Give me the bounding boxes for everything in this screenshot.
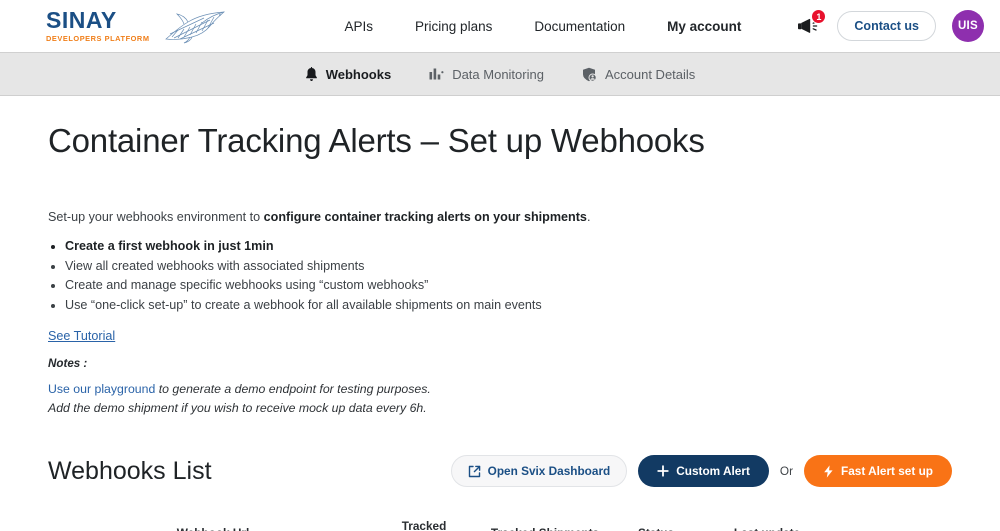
custom-alert-label: Custom Alert (676, 464, 750, 479)
column-header-last-update: Last update (692, 513, 842, 531)
feature-bullet-list: Create a first webhook in just 1min View… (48, 237, 952, 315)
list-item: Create a first webhook in just 1min (65, 237, 952, 256)
secondary-navigation: Webhooks Data Monitoring Account Details (0, 52, 1000, 96)
subnav-label-webhooks: Webhooks (325, 66, 392, 82)
subnav-item-data-monitoring[interactable]: Data Monitoring (429, 67, 544, 82)
intro-suffix: . (586, 210, 591, 224)
brand-logo[interactable]: SINAY DEVELOPERS PLATFORM (46, 8, 232, 44)
page-content: Container Tracking Alerts – Set up Webho… (0, 122, 1000, 531)
logo-wordmark: SINAY (46, 7, 117, 34)
page-title: Container Tracking Alerts – Set up Webho… (48, 122, 705, 159)
notes-label: Notes : (48, 356, 88, 370)
account-shield-icon (582, 67, 597, 82)
main-navigation: APIs Pricing plans Documentation My acco… (345, 19, 742, 34)
subnav-item-account-details[interactable]: Account Details (582, 67, 695, 82)
announcements-button[interactable]: 1 (795, 9, 827, 39)
list-item: Create and manage specific webhooks usin… (65, 276, 952, 295)
nav-link-documentation[interactable]: Documentation (534, 19, 625, 34)
column-header-webhook-url: Webhook Url (48, 513, 378, 531)
webhooks-table-head: Webhook Url Tracked Events Tracked Shipm… (48, 513, 952, 531)
bar-chart-icon (429, 68, 444, 80)
note-line-1-text: to generate a demo endpoint for testing … (155, 381, 431, 396)
webhooks-list-title: Webhooks List (48, 456, 212, 485)
intro-bold: configure container tracking alerts on y… (263, 210, 587, 224)
or-separator-label: Or (779, 464, 793, 479)
fast-alert-setup-label: Fast Alert set up (841, 464, 933, 479)
open-svix-dashboard-label: Open Svix Dashboard (487, 464, 611, 479)
table-header-row: Webhook Url Tracked Events Tracked Shipm… (48, 513, 952, 531)
top-header: SINAY DEVELOPERS PLATFORM APIs Pricing p… (0, 0, 1000, 52)
nav-link-my-account[interactable]: My account (667, 19, 741, 34)
dolphin-logo-icon (164, 11, 225, 44)
bell-icon (305, 66, 317, 81)
open-svix-dashboard-button[interactable]: Open Svix Dashboard (450, 455, 628, 488)
column-header-tracked-shipments: Tracked Shipments (470, 513, 620, 531)
external-link-icon (468, 465, 480, 478)
webhooks-table: Webhook Url Tracked Events Tracked Shipm… (48, 513, 952, 531)
webhooks-list-header: Webhooks List Open Svix Dashboard Custom… (48, 455, 952, 488)
subnav-item-webhooks[interactable]: Webhooks (305, 66, 392, 82)
list-item: View all created webhooks with associate… (65, 257, 952, 276)
nav-link-pricing-plans[interactable]: Pricing plans (415, 19, 492, 34)
column-header-tracked-events-line1: Tracked (401, 519, 447, 531)
note-line-playground: Use our playground to generate a demo en… (48, 381, 952, 398)
logo-text: SINAY DEVELOPERS PLATFORM (46, 7, 150, 44)
custom-alert-button[interactable]: Custom Alert (638, 455, 769, 488)
intro-prefix: Set-up your webhooks environment to (48, 210, 264, 224)
header-right-actions: 1 Contact us UIS (795, 9, 984, 42)
column-header-status: Status (620, 513, 692, 531)
contact-us-button[interactable]: Contact us (837, 11, 936, 41)
user-avatar[interactable]: UIS (952, 10, 984, 42)
announcement-badge: 1 (811, 9, 827, 24)
subnav-label-account-details: Account Details (604, 66, 696, 82)
webhooks-list-actions: Open Svix Dashboard Custom Alert Or Fast… (450, 455, 952, 488)
use-our-playground-link[interactable]: Use our playground (48, 382, 155, 396)
lightning-bolt-icon (824, 465, 833, 478)
column-header-actions (842, 513, 952, 531)
intro-paragraph: Set-up your webhooks environment to conf… (48, 210, 952, 224)
fast-alert-setup-button[interactable]: Fast Alert set up (804, 455, 952, 488)
subnav-label-data-monitoring: Data Monitoring (452, 66, 544, 82)
plus-icon (657, 465, 669, 478)
note-line-demo-shipment: Add the demo shipment if you wish to rec… (48, 400, 427, 415)
column-header-tracked-events: Tracked Events (378, 513, 470, 531)
logo-tagline: DEVELOPERS PLATFORM (46, 34, 150, 44)
nav-link-apis[interactable]: APIs (345, 19, 374, 34)
see-tutorial-link[interactable]: See Tutorial (48, 329, 115, 343)
list-item: Use “one-click set-up” to create a webho… (65, 296, 952, 315)
